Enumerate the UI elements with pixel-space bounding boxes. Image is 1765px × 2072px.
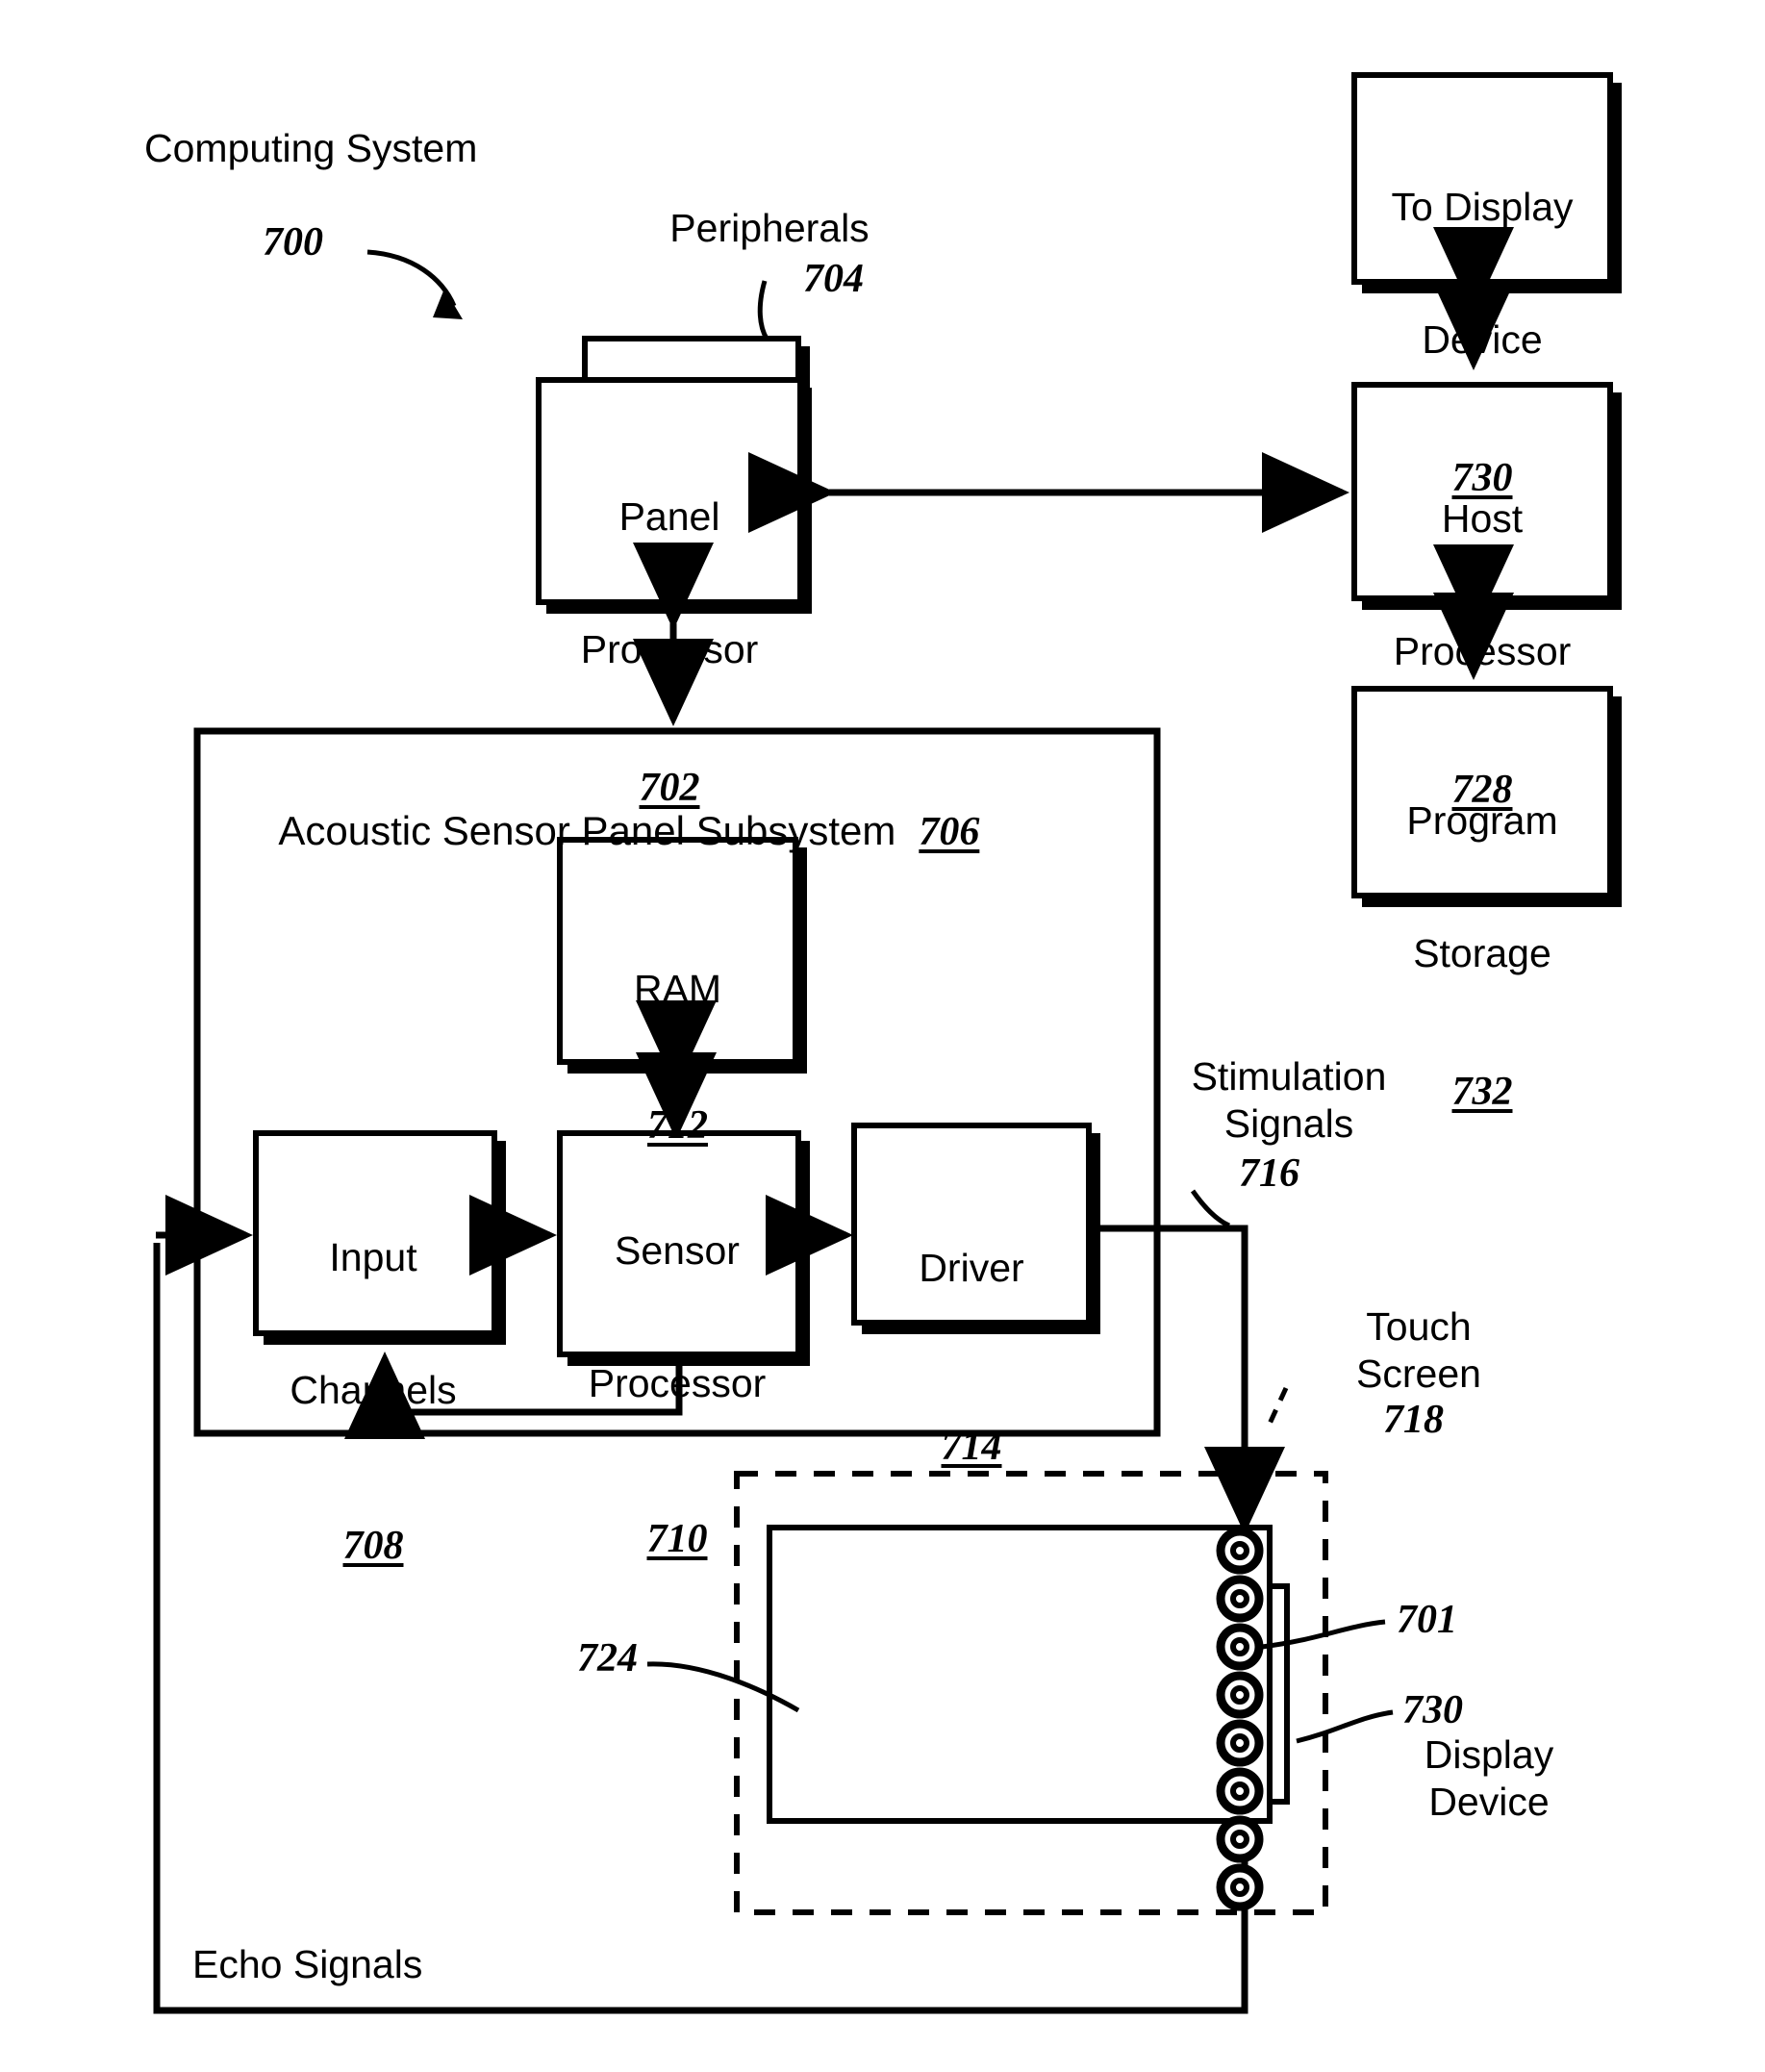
program-storage-line1: Program [1406,798,1558,843]
driver-num: 714 [941,1425,1002,1469]
touchscreen-leader [1267,1386,1289,1426]
peripherals-leader [757,280,769,341]
peripherals-ref: 704 [803,257,864,301]
input-channels-num: 708 [342,1524,404,1568]
echo-signals-label: Echo Signals [192,1942,423,1986]
program-storage-line2: Storage [1413,931,1551,975]
driver-line1: Driver [919,1246,1024,1290]
driver-label: Driver 714 [854,1157,1089,1557]
input-channels-line2: Channels [290,1368,457,1412]
to-display-device-line2: Device [1422,317,1543,362]
host-processor-line2: Processor [1393,629,1572,673]
display-device-label: Display Device [1424,1732,1554,1824]
transducer-ref: 701 [1397,1598,1457,1642]
touch-screen-ref: 718 [1383,1398,1444,1442]
stimulation-leader [1190,1189,1231,1228]
sensor-processor-label: Sensor Processor 710 [556,1140,798,1650]
panel-processor-line2: Processor [580,627,759,671]
acoustic-panel-ref: 724 [577,1636,638,1680]
input-channels-label: Input Channels 708 [252,1147,494,1656]
peripherals-label: Peripherals [669,206,870,250]
sensor-processor-line2: Processor [588,1361,767,1405]
touch-screen-label: Touch Screen [1356,1304,1481,1396]
computing-system-pointer [366,249,463,319]
stimulation-signals-label: Stimulation Signals [1191,1054,1387,1146]
sensor-processor-num: 710 [646,1517,708,1561]
stimulation-signals-ref: 716 [1239,1151,1299,1196]
ram-line1: RAM [633,967,722,1011]
acoustic-panel-724 [767,1525,1273,1824]
host-processor-line1: Host [1441,496,1524,541]
computing-system-label: Computing System [144,126,478,170]
input-channels-line1: Input [329,1235,417,1279]
computing-system-ref: 700 [263,220,323,265]
patent-figure: Computing System 700 Peripherals 704 Pan… [0,0,1765,2072]
subsystem-num: 706 [919,810,980,854]
subsystem-title-text: Acoustic Sensor Panel Subsystem [278,808,896,853]
sensor-processor-line1: Sensor [615,1228,740,1273]
stimulation-signal-path [1100,1225,1285,1534]
display-device-ref: 730 [1402,1688,1463,1732]
panel-processor-line1: Panel [618,494,720,539]
to-display-device-line1: To Display [1391,185,1574,229]
